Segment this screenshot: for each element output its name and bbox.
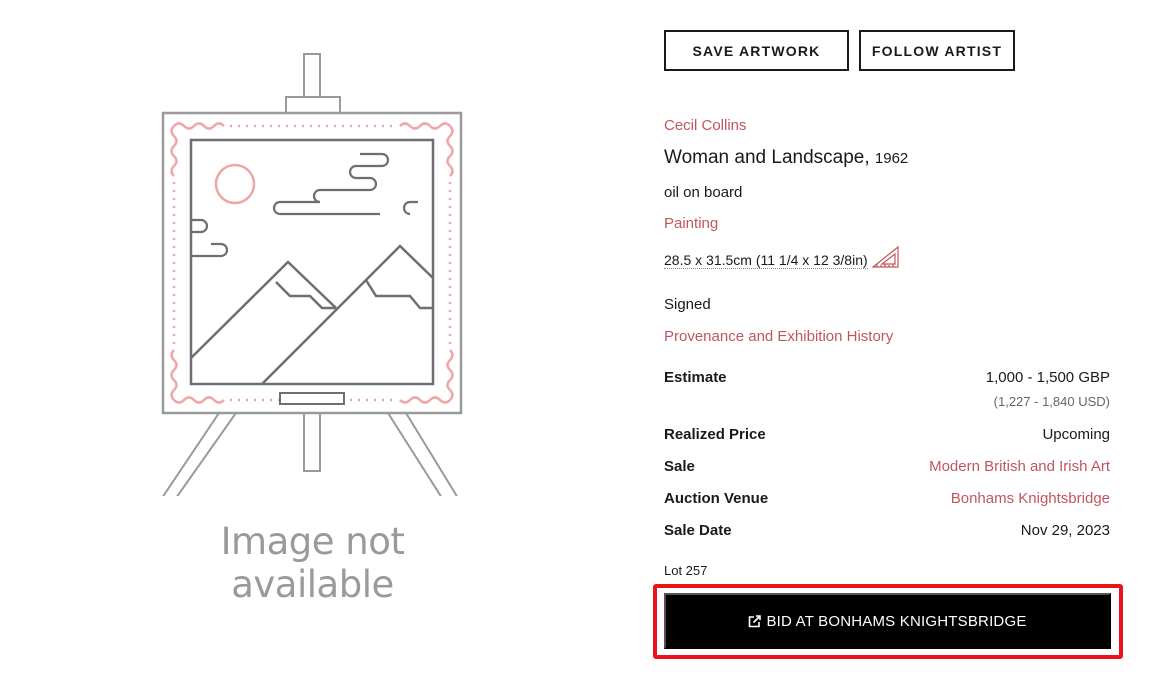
signature-info: Signed xyxy=(664,296,711,313)
follow-artist-button[interactable]: FOLLOW ARTIST xyxy=(859,30,1015,71)
sale-row: Sale Modern British and Irish Art xyxy=(664,458,1110,475)
auction-venue-row: Auction Venue Bonhams Knightsbridge xyxy=(664,490,1110,507)
category-link[interactable]: Painting xyxy=(664,215,718,232)
estimate-label: Estimate xyxy=(664,369,727,386)
save-artwork-button[interactable]: SAVE ARTWORK xyxy=(664,30,849,71)
estimate-value: 1,000 - 1,500 GBP xyxy=(985,369,1110,386)
easel-placeholder-icon xyxy=(161,53,463,496)
artwork-details-panel: SAVE ARTWORK FOLLOW ARTIST Cecil Collins… xyxy=(653,0,1124,689)
auction-venue-label: Auction Venue xyxy=(664,490,769,507)
estimate-usd: (1,227 - 1,840 USD) xyxy=(993,394,1110,409)
ruler-triangle-icon[interactable] xyxy=(871,245,900,269)
lot-number: Lot 257 xyxy=(664,563,708,578)
provenance-link[interactable]: Provenance and Exhibition History xyxy=(664,328,893,345)
sale-date-row: Sale Date Nov 29, 2023 xyxy=(664,522,1110,539)
bid-button-label: BID AT BONHAMS KNIGHTSBRIDGE xyxy=(766,612,1027,630)
sale-link[interactable]: Modern British and Irish Art xyxy=(929,458,1110,475)
external-link-icon xyxy=(749,614,762,627)
sale-date-value: Nov 29, 2023 xyxy=(1020,522,1110,539)
action-buttons: SAVE ARTWORK FOLLOW ARTIST xyxy=(664,30,1015,71)
estimate-row: Estimate 1,000 - 1,500 GBP xyxy=(664,369,1110,386)
sale-label: Sale xyxy=(664,458,695,475)
auction-venue-link[interactable]: Bonhams Knightsbridge xyxy=(951,490,1110,507)
realized-price-value: Upcoming xyxy=(1042,426,1110,443)
artwork-title: Woman and Landscape, 1962 xyxy=(664,147,908,169)
artwork-title-text: Woman and Landscape, xyxy=(664,147,870,168)
artwork-image-panel: Image not available xyxy=(140,40,485,606)
artwork-year: 1962 xyxy=(874,150,909,167)
bid-button[interactable]: BID AT BONHAMS KNIGHTSBRIDGE xyxy=(664,593,1111,649)
sale-date-label: Sale Date xyxy=(664,522,732,539)
artwork-dimensions[interactable]: 28.5 x 31.5cm (11 1/4 x 12 3/8in) xyxy=(664,245,900,269)
realized-price-row: Realized Price Upcoming xyxy=(664,426,1110,443)
realized-price-label: Realized Price xyxy=(664,426,766,443)
artwork-medium: oil on board xyxy=(664,184,743,201)
artist-name-link[interactable]: Cecil Collins xyxy=(664,117,747,134)
dimensions-text: 28.5 x 31.5cm (11 1/4 x 12 3/8in) xyxy=(664,251,868,269)
image-not-available-text: Image not available xyxy=(220,520,405,606)
